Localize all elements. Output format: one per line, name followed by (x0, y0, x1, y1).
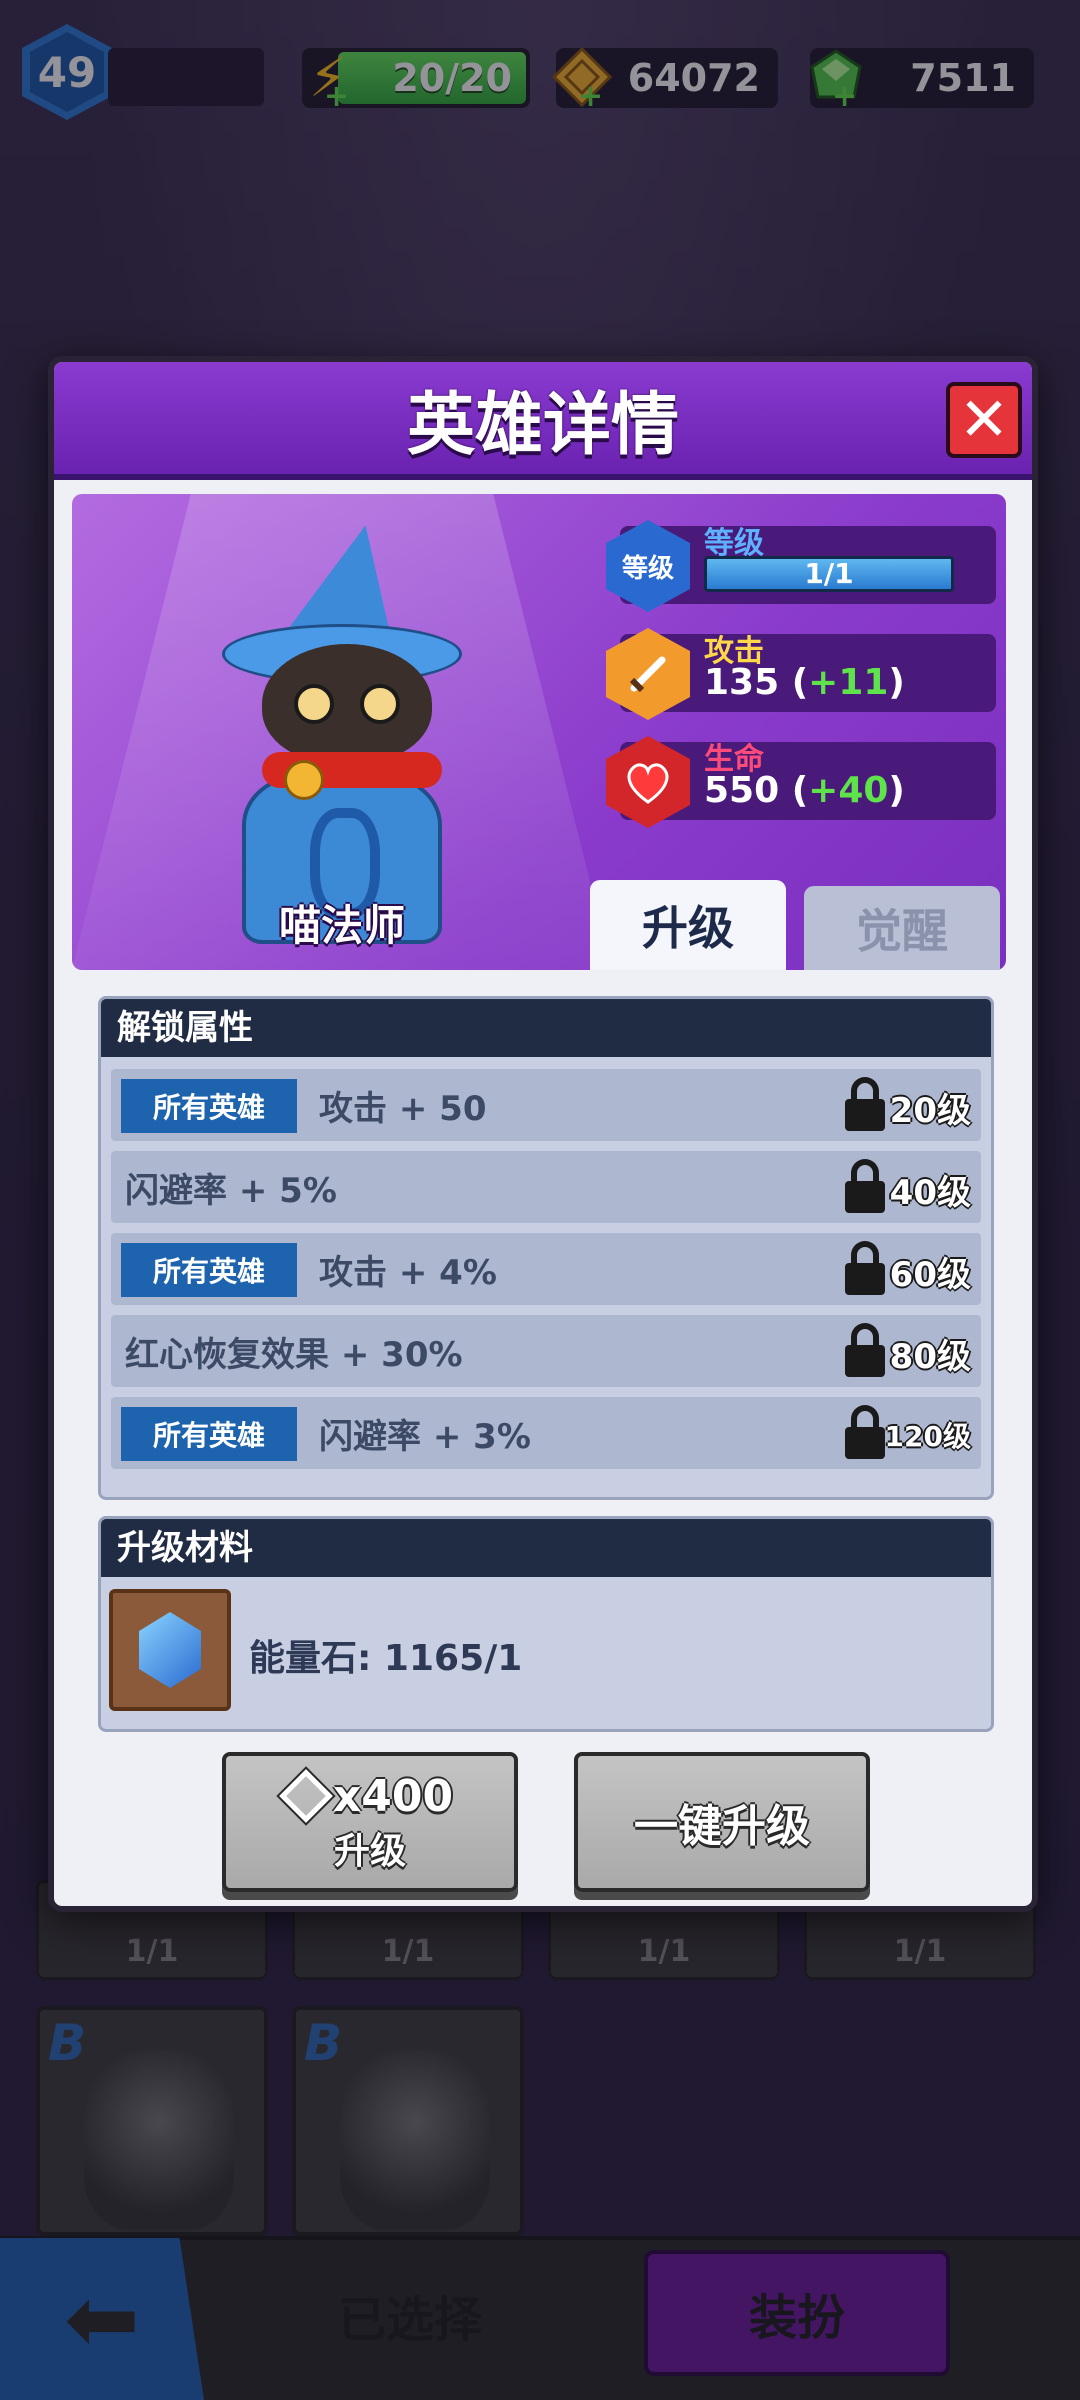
one-click-upgrade-button[interactable]: 一键升级 (574, 1752, 870, 1892)
unlock-text: 闪避率 + 5% (125, 1171, 337, 1211)
gold-coin-icon (279, 1769, 333, 1823)
sword-icon (606, 628, 690, 720)
upgrade-button[interactable]: x400 升级 (222, 1752, 518, 1892)
dialog-title: 英雄详情 (406, 385, 679, 465)
dialog-header: 英雄详情 ✕ (54, 362, 1032, 480)
all-heroes-tag: 所有英雄 (121, 1243, 297, 1297)
attack-bonus: +11 (808, 662, 889, 703)
tab-awaken[interactable]: 觉醒 (804, 886, 1000, 970)
all-heroes-tag: 所有英雄 (121, 1407, 297, 1461)
energy-stone-icon (139, 1612, 201, 1688)
close-button[interactable]: ✕ (946, 382, 1022, 458)
heart-icon (606, 736, 690, 828)
hp-bonus: +40 (808, 770, 889, 811)
unlock-attributes: 解锁属性 所有英雄 攻击 + 50 20级 闪避率 + 5% 40级 所有英雄 … (98, 996, 994, 1500)
hero-name: 喵法师 (278, 901, 405, 950)
tab-upgrade[interactable]: 升级 (590, 880, 786, 970)
cat-head (262, 644, 432, 764)
unlock-title: 解锁属性 (101, 999, 991, 1057)
unlock-text: 红心恢复效果 + 30% (125, 1335, 463, 1375)
unlock-level: 20级 (889, 1091, 971, 1131)
unlock-text: 闪避率 + 3% (319, 1417, 531, 1457)
level-stat: 等级 等级 1/1 (606, 520, 996, 612)
hp-stat: 生命 550 (+40) (606, 736, 996, 828)
hero-detail-dialog: 英雄详情 ✕ 喵法师 等级 等级 1/1 攻击 135 (+11) 生命 550… (48, 356, 1038, 1912)
energy-stone-slot[interactable] (109, 1589, 231, 1711)
level-icon: 等级 (606, 520, 690, 612)
upgrade-label: 升级 (333, 1830, 406, 1872)
all-heroes-tag: 所有英雄 (121, 1079, 297, 1133)
upgrade-materials: 升级材料 能量石: 1165/1 (98, 1516, 994, 1732)
upgrade-cost: x400 (279, 1769, 453, 1823)
unlock-row: 所有英雄 闪避率 + 3% 120级 (111, 1397, 981, 1469)
level-progress-bar: 1/1 (704, 556, 954, 592)
unlock-text: 攻击 + 4% (319, 1253, 497, 1293)
unlock-row: 红心恢复效果 + 30% 80级 (111, 1315, 981, 1387)
attack-stat: 攻击 135 (+11) (606, 628, 996, 720)
unlock-row: 所有英雄 攻击 + 4% 60级 (111, 1233, 981, 1305)
materials-title: 升级材料 (101, 1519, 991, 1577)
unlock-row: 所有英雄 攻击 + 50 20级 (111, 1069, 981, 1141)
hero-model[interactable] (212, 512, 472, 954)
energy-stone-count: 能量石: 1165/1 (249, 1638, 523, 1679)
lock-icon (845, 1405, 885, 1459)
unlock-level: 80级 (889, 1337, 971, 1377)
unlock-level: 120级 (884, 1420, 971, 1453)
unlock-level: 40级 (889, 1173, 971, 1213)
lock-icon (845, 1323, 885, 1377)
bell-icon (284, 760, 324, 800)
lock-icon (845, 1241, 885, 1295)
unlock-level: 60级 (889, 1255, 971, 1295)
hp-value: 550 (+40) (704, 770, 905, 811)
close-icon: ✕ (958, 385, 1010, 455)
lock-icon (845, 1159, 885, 1213)
unlock-row: 闪避率 + 5% 40级 (111, 1151, 981, 1223)
attack-value: 135 (+11) (704, 662, 905, 703)
unlock-text: 攻击 + 50 (319, 1089, 487, 1129)
lock-icon (845, 1077, 885, 1131)
